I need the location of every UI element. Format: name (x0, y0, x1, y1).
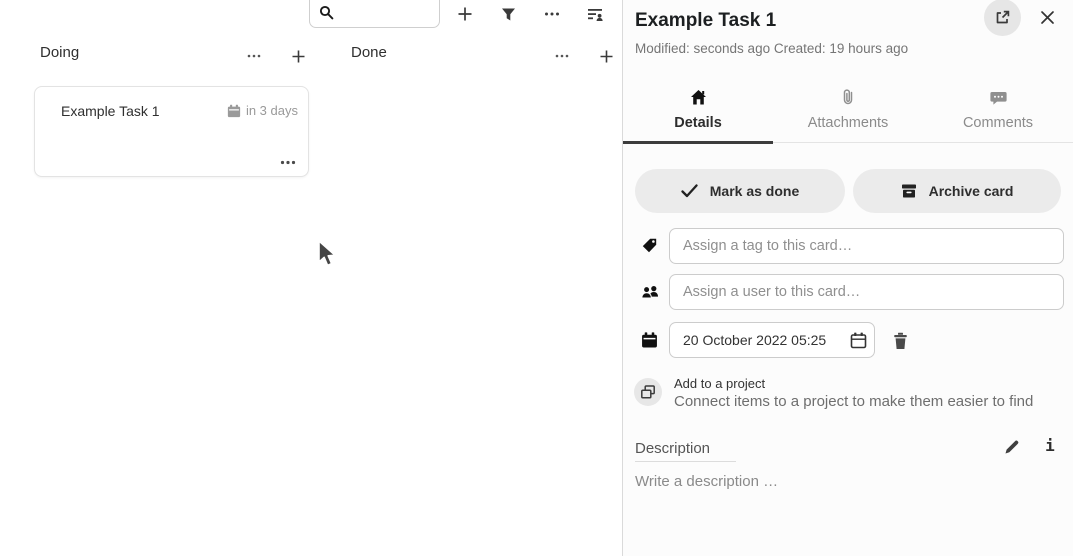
tag-row (623, 228, 1073, 264)
tab-attachments[interactable]: Attachments (773, 80, 923, 144)
card-title: Example Task 1 (61, 103, 160, 119)
tab-details[interactable]: Details (623, 80, 773, 144)
tab-label: Details (674, 115, 722, 131)
due-date-input[interactable] (669, 322, 875, 358)
check-icon (681, 184, 698, 198)
project-row-title: Add to a project (674, 376, 765, 391)
external-link-icon (994, 9, 1011, 26)
calendar-icon (641, 332, 658, 349)
plus-icon (599, 49, 614, 64)
tag-icon (641, 238, 658, 255)
column-add-button[interactable] (288, 46, 308, 66)
task-card[interactable]: Example Task 1 in 3 days (34, 86, 309, 177)
column-title: Done (351, 44, 387, 61)
archive-card-button[interactable]: Archive card (853, 169, 1061, 213)
app-window: Doing Done (0, 0, 1073, 556)
sort-tasks-button[interactable] (586, 5, 604, 23)
tab-label: Attachments (808, 115, 889, 131)
tab-comments[interactable]: Comments (923, 80, 1073, 144)
add-to-project-row[interactable]: Add to a project Connect items to a proj… (623, 374, 1073, 412)
calendar-outline-icon (849, 331, 868, 350)
panel-meta: Modified: seconds ago Created: 19 hours … (635, 41, 908, 56)
board-menu-button[interactable] (543, 5, 561, 23)
description-placeholder[interactable]: Write a description … (635, 473, 778, 490)
mark-as-done-button[interactable]: Mark as done (635, 169, 845, 213)
close-icon (1040, 10, 1055, 25)
filter-icon (501, 7, 516, 22)
project-icon-circle (634, 378, 662, 406)
ellipsis-icon (555, 54, 569, 58)
comment-icon (990, 91, 1007, 106)
card-due-label: in 3 days (246, 103, 298, 118)
panel-title: Example Task 1 (635, 10, 776, 32)
card-due-date: in 3 days (227, 103, 298, 118)
ellipsis-icon (544, 12, 560, 16)
column-header-done: Done (351, 44, 617, 68)
calendar-icon (227, 104, 241, 118)
archive-card-label: Archive card (929, 183, 1014, 199)
project-copy-icon (640, 384, 656, 400)
close-panel-button[interactable] (1037, 7, 1057, 27)
open-external-button[interactable] (984, 0, 1021, 36)
add-card-button[interactable] (456, 5, 474, 23)
plus-icon (291, 49, 306, 64)
mark-as-done-label: Mark as done (710, 183, 799, 199)
search-box[interactable] (309, 0, 440, 28)
plus-icon (457, 6, 473, 22)
column-menu-button[interactable] (552, 46, 572, 66)
trash-icon (892, 332, 909, 350)
open-calendar-button[interactable] (847, 329, 869, 351)
project-row-subtitle: Connect items to a project to make them … (674, 393, 1033, 410)
home-icon (690, 89, 707, 106)
pencil-icon (1004, 439, 1020, 455)
info-icon[interactable]: i (1039, 434, 1061, 456)
filter-button[interactable] (499, 5, 517, 23)
edit-description-button[interactable] (1001, 436, 1023, 458)
paperclip-icon (841, 88, 855, 106)
remove-due-date-button[interactable] (889, 330, 911, 352)
column-header-doing: Doing (40, 44, 320, 68)
search-icon (319, 5, 334, 20)
card-menu-button[interactable] (280, 153, 296, 168)
assign-user-input[interactable] (669, 274, 1064, 310)
due-date-row (623, 322, 1073, 358)
users-icon (641, 284, 660, 300)
column-menu-button[interactable] (244, 46, 264, 66)
tab-label: Comments (963, 115, 1033, 131)
sort-tasks-icon (587, 6, 604, 22)
user-row (623, 274, 1073, 310)
ellipsis-icon (280, 160, 296, 165)
ellipsis-icon (247, 54, 261, 58)
card-details-panel: Example Task 1 Modified: seconds ago Cre… (622, 0, 1073, 556)
column-title: Doing (40, 44, 79, 61)
column-add-button[interactable] (596, 46, 616, 66)
archive-icon (901, 183, 917, 199)
description-label: Description (635, 440, 736, 462)
mouse-cursor (317, 240, 339, 270)
assign-tag-input[interactable] (669, 228, 1064, 264)
kanban-board: Doing Done (0, 0, 622, 556)
panel-tabs: Details Attachments Comments (623, 80, 1073, 143)
